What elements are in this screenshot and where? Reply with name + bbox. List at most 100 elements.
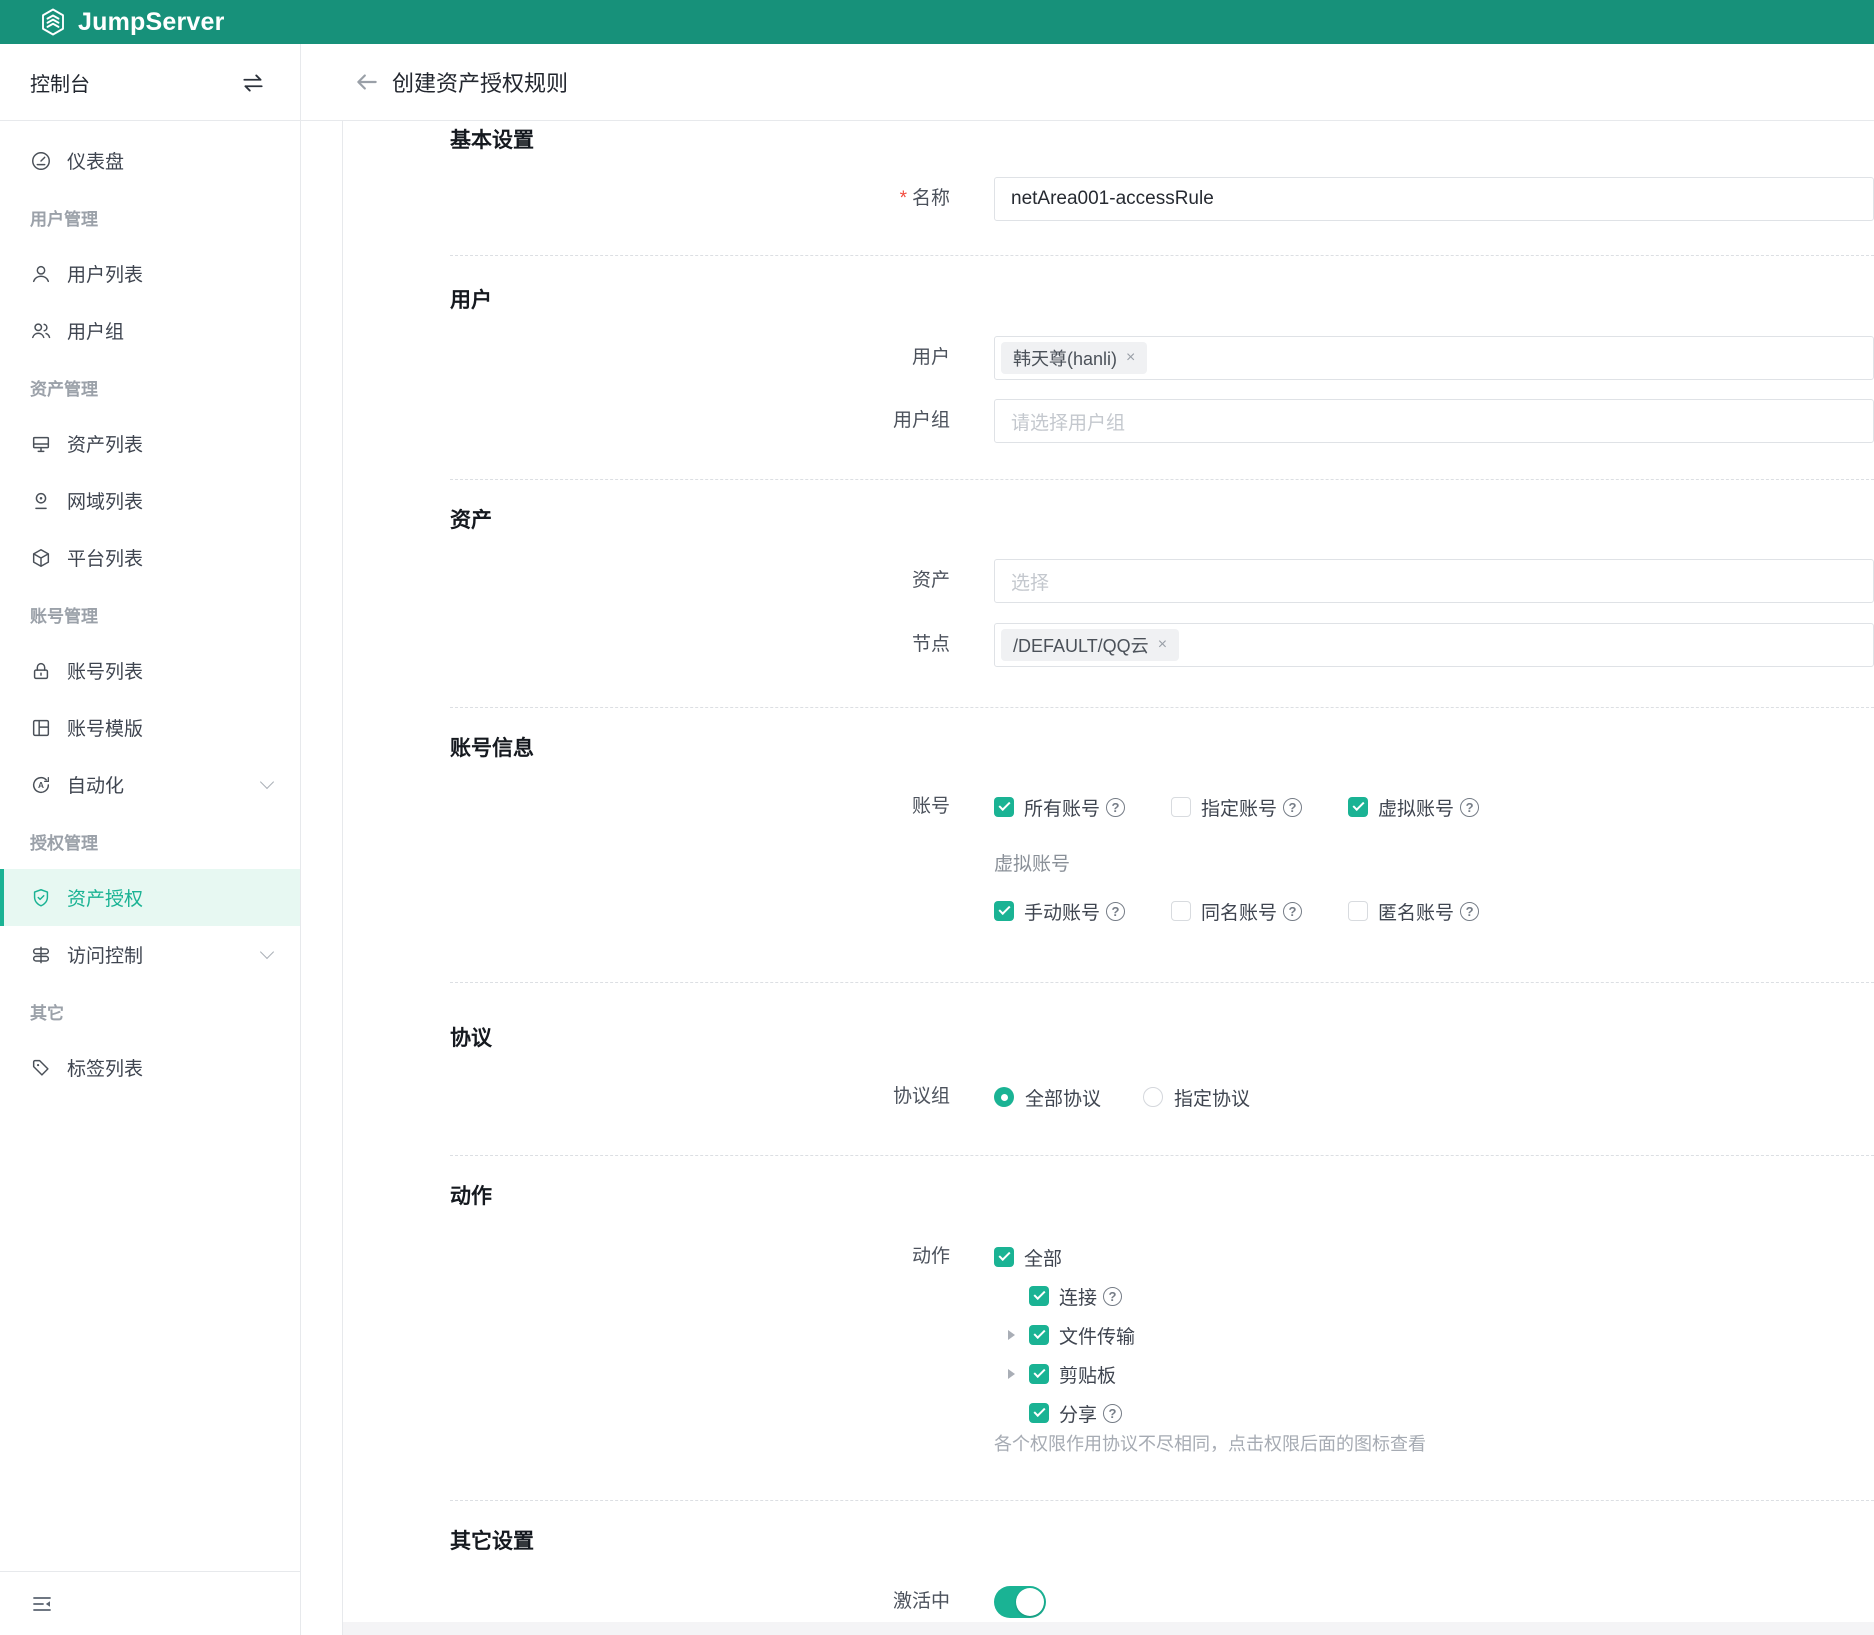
help-icon[interactable]: ? [1103, 1404, 1122, 1423]
help-icon[interactable]: ? [1103, 1287, 1122, 1306]
checkbox-checked[interactable] [1029, 1325, 1049, 1345]
user-icon [30, 263, 52, 285]
asset-select[interactable]: 选择 [994, 559, 1874, 603]
virtual-accounts-options-row: 手动账号 ? 同名账号 ? 匿名账号 ? [450, 897, 1874, 925]
collapse-sidebar-icon[interactable] [30, 1592, 54, 1616]
sidebar-item-label: 用户组 [67, 317, 124, 344]
lock-icon [30, 660, 52, 682]
sidebar-item-label: 仪表盘 [67, 147, 124, 174]
sidebar-item-tag-list[interactable]: 标签列表 [0, 1039, 300, 1096]
sidebar-item-platform-list[interactable]: 平台列表 [0, 529, 300, 586]
monitor-icon [30, 433, 52, 455]
actions-children: 连接 ? 文件传输 剪贴板 [1008, 1282, 1426, 1427]
help-icon[interactable]: ? [1460, 798, 1479, 817]
sidebar-item-label: 网域列表 [67, 487, 143, 514]
active-label: 激活中 [450, 1586, 994, 1618]
checkbox-checked[interactable] [1029, 1364, 1049, 1384]
sidebar-item-label: 标签列表 [67, 1054, 143, 1081]
checkbox-unchecked[interactable] [1348, 901, 1368, 921]
help-icon[interactable]: ? [1106, 902, 1125, 921]
expand-caret-icon[interactable] [1008, 1330, 1015, 1340]
checkbox-checked[interactable] [994, 797, 1014, 817]
virtual-accounts-subheading: 虚拟账号 [994, 849, 1070, 876]
active-toggle[interactable] [994, 1586, 1046, 1618]
layout-icon [30, 717, 52, 739]
cube-icon [30, 547, 52, 569]
node-field-row: 节点 /DEFAULT/QQ云 × [450, 623, 1874, 667]
actions-hint: 各个权限作用协议不尽相同，点击权限后面的图标查看 [994, 1433, 1426, 1455]
expand-caret-icon[interactable] [1008, 1369, 1015, 1379]
checkbox-checked[interactable] [994, 901, 1014, 921]
sidebar-item-asset-permissions[interactable]: 资产授权 [0, 869, 300, 926]
node-tag-label: /DEFAULT/QQ云 [1013, 632, 1149, 658]
user-select[interactable]: 韩天尊(hanli) × [994, 336, 1874, 380]
virtual-accounts-subheading-row: 虚拟账号 [450, 848, 1874, 876]
sidebar-footer [0, 1571, 300, 1635]
node-select[interactable]: /DEFAULT/QQ云 × [994, 623, 1874, 667]
section-protocols-heading: 协议 [450, 1025, 1874, 1053]
user-field-row: 用户 韩天尊(hanli) × [450, 336, 1874, 380]
user-group-placeholder: 请选择用户组 [995, 408, 1125, 435]
svg-text:A: A [38, 781, 44, 790]
name-input-box [994, 177, 1874, 221]
accounts-label: 账号 [450, 793, 994, 821]
protocol-group-label: 协议组 [450, 1083, 994, 1111]
sidebar-group-assets: 资产管理 [0, 359, 300, 415]
help-icon[interactable]: ? [1460, 902, 1479, 921]
checkbox-checked[interactable] [1348, 797, 1368, 817]
app-bar: JumpServer [0, 0, 1874, 44]
user-group-label: 用户组 [450, 399, 994, 443]
main-content: 基本设置 *名称 用户 用户 韩天尊(hanli) × 用户组 请选择用户组 [343, 121, 1874, 1635]
section-divider [450, 255, 1874, 256]
help-icon[interactable]: ? [1283, 798, 1302, 817]
sidebar-item-domain-list[interactable]: 网域列表 [0, 472, 300, 529]
radio-unselected[interactable] [1143, 1087, 1163, 1107]
sidebar-item-account-list[interactable]: 账号列表 [0, 642, 300, 699]
active-toggle-row: 激活中 [450, 1586, 1874, 1618]
section-divider [450, 707, 1874, 708]
checkbox-checked[interactable] [1029, 1403, 1049, 1423]
help-icon[interactable]: ? [1106, 798, 1125, 817]
user-tag: 韩天尊(hanli) × [1001, 342, 1147, 374]
console-switcher-label[interactable]: 控制台 [30, 44, 90, 120]
radio-selected[interactable] [994, 1087, 1014, 1107]
sidebar-item-access-control[interactable]: 访问控制 [0, 926, 300, 983]
actions-tree: 全部 连接 ? 文件传输 [994, 1243, 1426, 1455]
sidebar: 仪表盘 用户管理 用户列表 用户组 资产管理 资产列表 网域列表 平台列表 账号… [0, 121, 300, 1635]
sidebar-item-label: 平台列表 [67, 544, 143, 571]
name-input[interactable] [995, 188, 1873, 210]
sidebar-item-label: 自动化 [67, 771, 124, 798]
swap-view-icon[interactable] [240, 70, 266, 96]
sidebar-item-account-templates[interactable]: 账号模版 [0, 699, 300, 756]
sidebar-item-asset-list[interactable]: 资产列表 [0, 415, 300, 472]
chevron-down-icon[interactable] [260, 774, 274, 788]
checkbox-checked[interactable] [1029, 1286, 1049, 1306]
chevron-down-icon[interactable] [260, 944, 274, 958]
radio-all-protocols: 全部协议 [994, 1084, 1101, 1111]
accounts-options-row: 账号 所有账号 ? 指定账号 ? 虚拟账号 ? [450, 793, 1874, 821]
user-group-select[interactable]: 请选择用户组 [994, 399, 1874, 443]
user-tag-label: 韩天尊(hanli) [1013, 345, 1117, 371]
radio-specified-protocols: 指定协议 [1143, 1084, 1250, 1111]
sidebar-item-dashboard[interactable]: 仪表盘 [0, 132, 300, 189]
sidebar-item-user-groups[interactable]: 用户组 [0, 302, 300, 359]
checkbox-checked[interactable] [994, 1247, 1014, 1267]
help-icon[interactable]: ? [1283, 902, 1302, 921]
back-arrow-icon[interactable] [354, 69, 380, 95]
user-group-icon [30, 320, 52, 342]
remove-tag-icon[interactable]: × [1158, 636, 1167, 654]
automation-icon: A [30, 774, 52, 796]
actions-label: 动作 [450, 1243, 994, 1271]
checkbox-unchecked[interactable] [1171, 797, 1191, 817]
sidebar-item-automation[interactable]: A 自动化 [0, 756, 300, 813]
sidebar-item-user-list[interactable]: 用户列表 [0, 245, 300, 302]
section-divider [450, 1155, 1874, 1156]
horizontal-scrollbar[interactable] [343, 1622, 1874, 1635]
section-divider [450, 479, 1874, 480]
dashboard-icon [30, 150, 52, 172]
checkbox-unchecked[interactable] [1171, 901, 1191, 921]
remove-tag-icon[interactable]: × [1126, 349, 1135, 367]
sidebar-item-label: 资产授权 [67, 884, 143, 911]
action-file-transfer: 文件传输 [1008, 1321, 1426, 1349]
option-manual-account: 手动账号 ? [994, 898, 1125, 925]
